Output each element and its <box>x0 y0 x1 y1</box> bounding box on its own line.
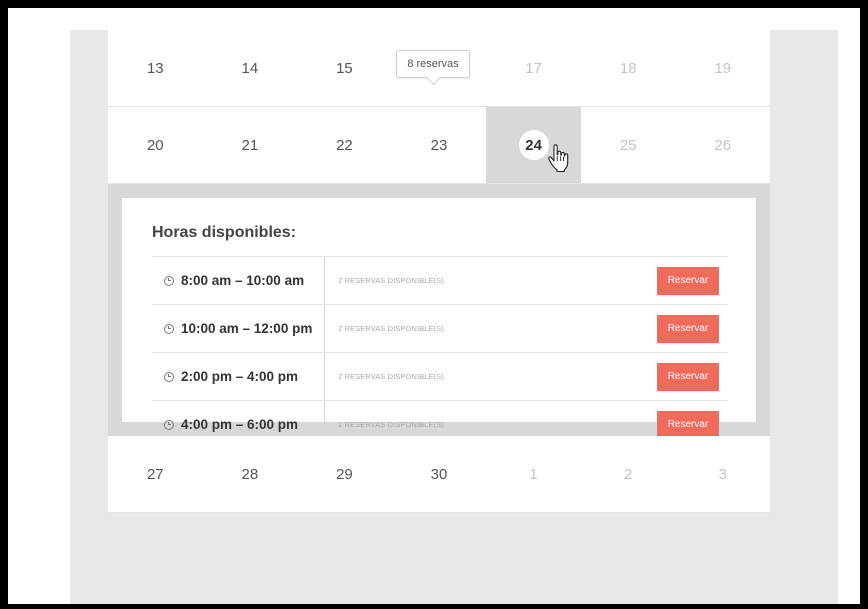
calendar-week-3: 27 28 29 30 1 2 3 <box>108 436 770 513</box>
reservations-tooltip: 8 reservas <box>396 50 470 78</box>
reserve-button[interactable]: Reservar <box>657 410 719 439</box>
selected-day-number: 24 <box>518 130 549 160</box>
calendar-day[interactable]: 27 <box>108 436 203 512</box>
calendar-day[interactable]: 23 <box>392 107 487 183</box>
calendar-day[interactable]: 14 <box>203 30 298 106</box>
calendar-day[interactable]: 28 <box>203 436 298 512</box>
calendar-week-2: 20 21 22 23 24 25 26 <box>108 107 770 184</box>
slot-time-label: 4:00 pm – 6:00 pm <box>181 417 299 432</box>
reserve-button[interactable]: Reservar <box>657 362 719 391</box>
calendar-day-disabled: 3 <box>718 465 727 483</box>
clock-icon <box>164 371 174 382</box>
calendar-day-disabled: 26 <box>714 136 732 154</box>
calendar-day[interactable]: 20 <box>108 107 203 183</box>
calendar-day-disabled: 17 <box>525 59 542 77</box>
slot-time: 8:00 am – 10:00 am <box>152 257 325 304</box>
reserve-button[interactable]: Reservar <box>657 266 719 295</box>
calendar-day[interactable]: 21 <box>203 107 298 183</box>
clock-icon <box>164 275 174 286</box>
calendar-day[interactable]: 13 <box>108 30 203 106</box>
clock-icon <box>164 419 174 430</box>
slot-action: Reservar <box>657 257 728 304</box>
slot-availability: 2 RESERVAS DISPONIBLE(S) <box>338 276 444 285</box>
calendar-day[interactable]: 15 <box>297 30 392 106</box>
time-slot-row: 10:00 am – 12:00 pm 2 RESERVAS DISPONIBL… <box>152 304 728 352</box>
time-slot-row: 8:00 am – 10:00 am 2 RESERVAS DISPONIBLE… <box>152 256 728 304</box>
hand-pointer-icon <box>548 144 569 172</box>
booking-calendar: 13 14 15 16 17 18 19 20 21 22 23 24 25 2… <box>108 30 770 513</box>
slot-time-label: 8:00 am – 10:00 am <box>181 273 305 288</box>
slot-availability: 2 RESERVAS DISPONIBLE(S) <box>338 324 444 333</box>
slot-availability: 2 RESERVAS DISPONIBLE(S) <box>338 372 444 381</box>
slot-time-label: 2:00 pm – 4:00 pm <box>181 369 299 384</box>
calendar-day-disabled: 25 <box>619 136 637 154</box>
slot-time: 10:00 am – 12:00 pm <box>152 305 325 352</box>
time-slot-row: 2:00 pm – 4:00 pm 2 RESERVAS DISPONIBLE(… <box>152 352 728 400</box>
availability-panel-wrapper: Horas disponibles: 8:00 am – 10:00 am 2 … <box>108 184 770 448</box>
calendar-day-disabled: 2 <box>624 465 633 483</box>
calendar-day-disabled: 18 <box>619 59 637 77</box>
reserve-button[interactable]: Reservar <box>657 314 719 343</box>
page-frame: 13 14 15 16 17 18 19 20 21 22 23 24 25 2… <box>8 8 860 604</box>
panel-title: Horas disponibles: <box>152 224 297 241</box>
calendar-day[interactable]: 30 <box>392 436 487 512</box>
calendar-day-disabled: 19 <box>714 59 732 77</box>
calendar-day[interactable]: 29 <box>297 436 392 512</box>
calendar-day-disabled: 1 <box>529 465 538 483</box>
slot-action: Reservar <box>657 353 728 400</box>
availability-panel: Horas disponibles: 8:00 am – 10:00 am 2 … <box>122 198 756 448</box>
slot-action: Reservar <box>657 305 728 352</box>
slot-time-label: 10:00 am – 12:00 pm <box>181 321 313 336</box>
calendar-day[interactable]: 22 <box>297 107 392 183</box>
clock-icon <box>164 323 174 334</box>
slot-time: 2:00 pm – 4:00 pm <box>152 353 325 400</box>
